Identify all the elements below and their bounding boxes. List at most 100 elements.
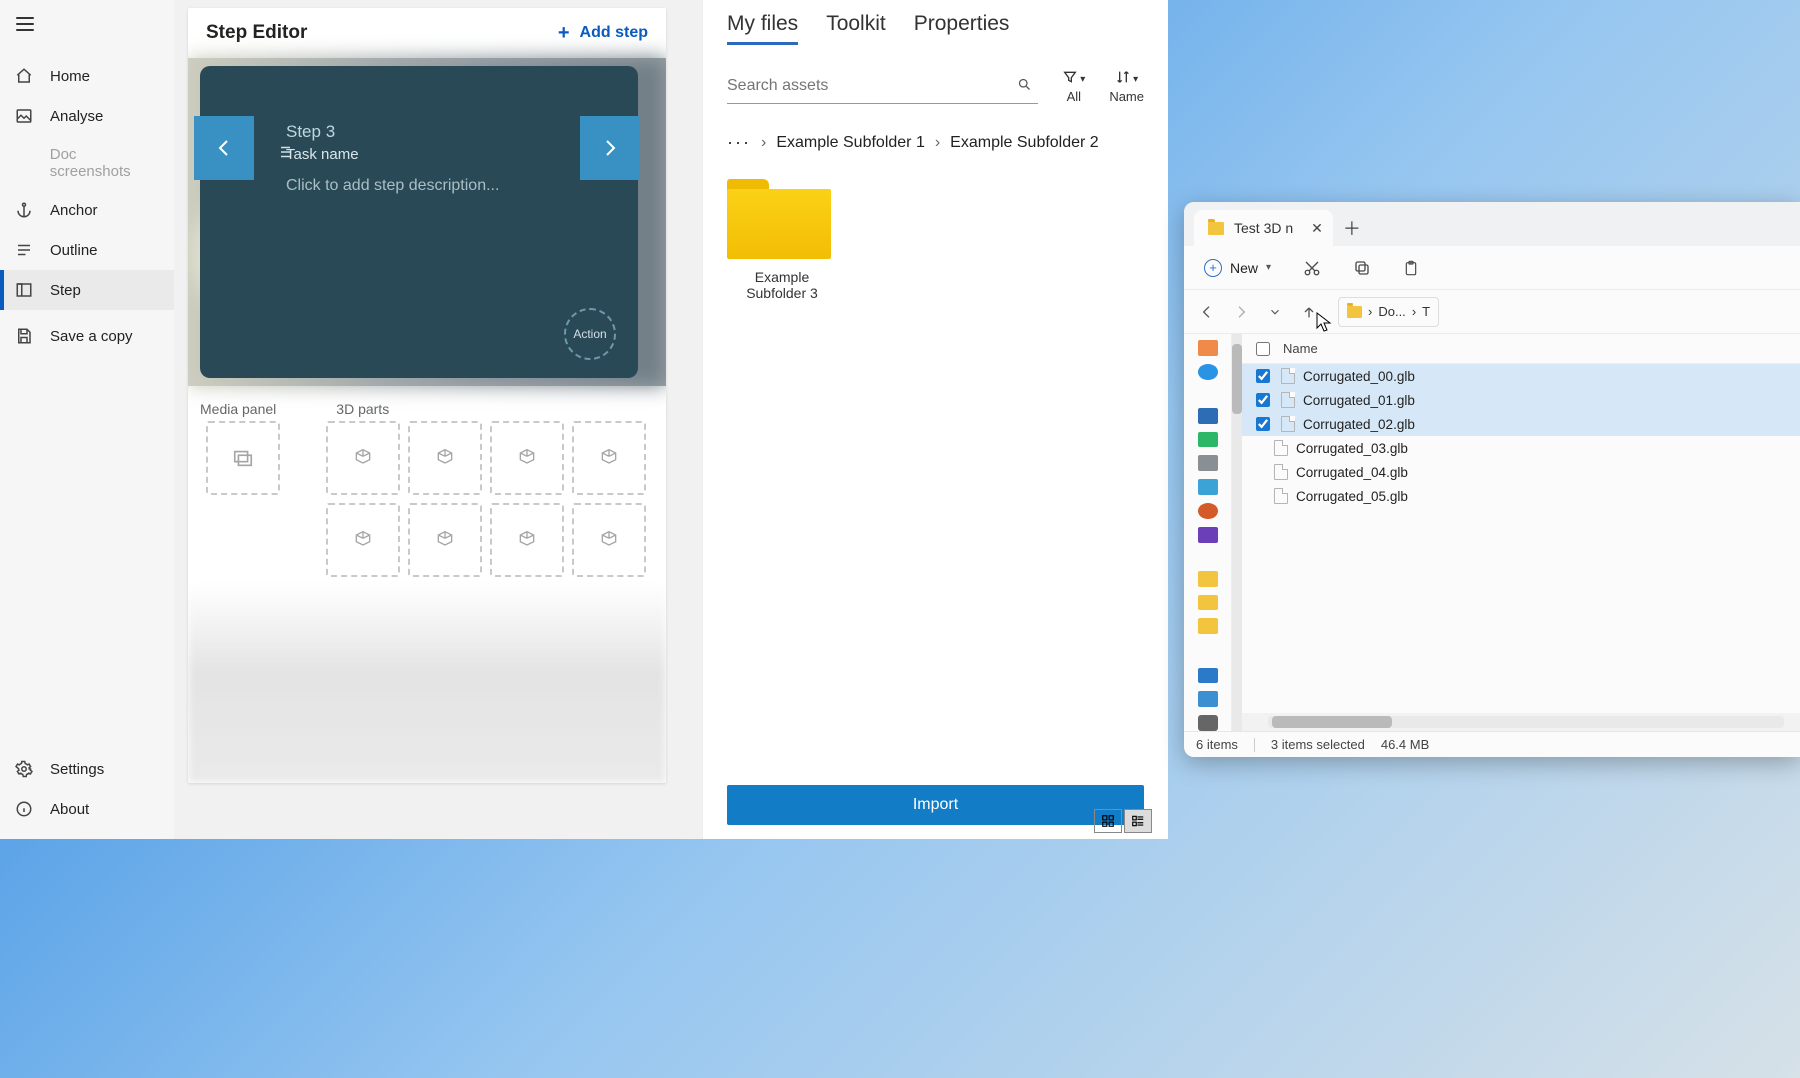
back-icon[interactable] — [1196, 304, 1218, 320]
search-assets-input[interactable] — [727, 69, 1038, 103]
part-slot[interactable] — [408, 503, 482, 577]
add-step-label: Add step — [580, 24, 648, 42]
search-icon[interactable] — [1017, 77, 1032, 92]
sidebar-item-anchor[interactable]: Anchor — [0, 190, 174, 230]
paste-icon[interactable] — [1403, 259, 1419, 277]
hamburger-icon[interactable] — [15, 14, 35, 34]
address-segment[interactable]: Do... — [1378, 304, 1405, 319]
next-step-button[interactable] — [580, 116, 640, 180]
part-slot[interactable] — [572, 503, 646, 577]
list-view-button[interactable] — [1124, 809, 1152, 833]
music-icon[interactable] — [1198, 503, 1218, 519]
folder-icon[interactable] — [1198, 618, 1218, 634]
part-slot[interactable] — [490, 421, 564, 495]
chevron-right-icon: › — [935, 134, 940, 152]
forward-icon[interactable] — [1230, 304, 1252, 320]
chevron-down-icon[interactable] — [1264, 305, 1286, 319]
sidebar-item-doc-screenshots[interactable]: Doc screenshots — [0, 136, 174, 190]
add-step-button[interactable]: + Add step — [558, 23, 648, 43]
cut-icon[interactable] — [1303, 259, 1321, 277]
blank-icon — [14, 153, 34, 173]
sidebar-item-label: Outline — [50, 242, 98, 259]
copy-icon[interactable] — [1353, 259, 1371, 277]
file-row[interactable]: Corrugated_02.glb — [1242, 412, 1800, 436]
file-checkbox[interactable] — [1256, 393, 1270, 407]
close-tab-icon[interactable]: ✕ — [1311, 220, 1323, 237]
quick-scrollbar[interactable] — [1232, 334, 1242, 731]
file-row[interactable]: Corrugated_04.glb — [1242, 460, 1800, 484]
column-header[interactable]: Name — [1242, 334, 1800, 364]
part-slot[interactable] — [408, 421, 482, 495]
sidebar-item-about[interactable]: About — [0, 789, 174, 829]
part-slot[interactable] — [572, 421, 646, 495]
chevron-right-icon: › — [1368, 304, 1372, 319]
part-slot[interactable] — [326, 421, 400, 495]
part-slot[interactable] — [326, 503, 400, 577]
onedrive-icon[interactable] — [1198, 364, 1218, 380]
sidebar-item-analyse[interactable]: Analyse — [0, 96, 174, 136]
chevron-down-icon: ▾ — [1266, 262, 1271, 273]
previous-step-button[interactable] — [194, 116, 254, 180]
tab-my-files[interactable]: My files — [727, 12, 798, 45]
file-row[interactable]: Corrugated_01.glb — [1242, 388, 1800, 412]
pictures-icon[interactable] — [1198, 479, 1218, 495]
documents-icon[interactable] — [1198, 455, 1218, 471]
breadcrumb-item[interactable]: Example Subfolder 2 — [950, 134, 1099, 152]
file-row[interactable]: Corrugated_03.glb — [1242, 436, 1800, 460]
file-icon — [1274, 488, 1288, 504]
select-all-checkbox[interactable] — [1256, 342, 1270, 356]
grid-view-button[interactable] — [1094, 809, 1122, 833]
part-slot[interactable] — [490, 503, 564, 577]
sidebar-item-label: Step — [50, 282, 81, 299]
downloads-icon[interactable] — [1198, 432, 1218, 448]
assets-panel: My files Toolkit Properties ▾ All ▾ — [702, 0, 1168, 839]
home-icon[interactable] — [1198, 340, 1218, 356]
this-pc-icon[interactable] — [1198, 668, 1218, 684]
sidebar-item-home[interactable]: Home — [0, 56, 174, 96]
file-row[interactable]: Corrugated_00.glb — [1242, 364, 1800, 388]
file-checkbox[interactable] — [1256, 369, 1270, 383]
gear-icon — [14, 759, 34, 779]
tab-properties[interactable]: Properties — [914, 12, 1010, 45]
save-icon — [14, 326, 34, 346]
breadcrumb-item[interactable]: Example Subfolder 1 — [776, 134, 925, 152]
plus-icon: + — [558, 23, 570, 43]
folder-icon[interactable] — [1198, 571, 1218, 587]
name-column-label[interactable]: Name — [1283, 341, 1318, 356]
videos-icon[interactable] — [1198, 527, 1218, 543]
import-button[interactable]: Import — [727, 785, 1144, 825]
file-icon — [1281, 368, 1295, 384]
network-icon[interactable] — [1198, 691, 1218, 707]
plus-circle-icon: + — [1204, 259, 1222, 277]
media-slot[interactable] — [206, 421, 280, 495]
file-row[interactable]: Corrugated_05.glb — [1242, 484, 1800, 508]
selection-size: 46.4 MB — [1381, 737, 1429, 752]
folder-item[interactable]: Example Subfolder 3 — [727, 179, 837, 301]
horizontal-scrollbar[interactable] — [1242, 713, 1800, 731]
explorer-tab[interactable]: Test 3D n ✕ — [1194, 210, 1333, 246]
step-description-placeholder[interactable]: Click to add step description... — [286, 177, 608, 195]
tab-toolkit[interactable]: Toolkit — [826, 12, 886, 45]
quick-access-sidebar — [1184, 334, 1232, 731]
sort-button[interactable]: ▾ Name — [1109, 67, 1144, 104]
file-icon — [1274, 464, 1288, 480]
new-button[interactable]: + New ▾ — [1204, 259, 1271, 277]
linux-icon[interactable] — [1198, 715, 1218, 731]
new-tab-button[interactable]: ＋ — [1333, 210, 1371, 246]
step-number-label[interactable]: Step 3 — [286, 122, 608, 142]
sidebar-item-outline[interactable]: Outline — [0, 230, 174, 270]
file-checkbox[interactable] — [1256, 417, 1270, 431]
breadcrumb-overflow[interactable]: ··· — [727, 132, 751, 153]
sidebar-item-settings[interactable]: Settings — [0, 749, 174, 789]
task-name-label[interactable]: Task name — [286, 146, 608, 163]
folder-icon[interactable] — [1198, 595, 1218, 611]
file-name: Corrugated_02.glb — [1303, 417, 1415, 432]
sidebar-item-save-copy[interactable]: Save a copy — [0, 316, 174, 356]
action-button[interactable]: Action — [564, 308, 616, 360]
sidebar-item-step[interactable]: Step — [0, 270, 174, 310]
up-icon[interactable] — [1298, 304, 1320, 320]
address-segment[interactable]: T — [1422, 304, 1430, 319]
desktop-icon[interactable] — [1198, 408, 1218, 424]
filter-button[interactable]: ▾ All — [1062, 67, 1085, 104]
address-bar[interactable]: › Do... › T — [1338, 297, 1439, 327]
